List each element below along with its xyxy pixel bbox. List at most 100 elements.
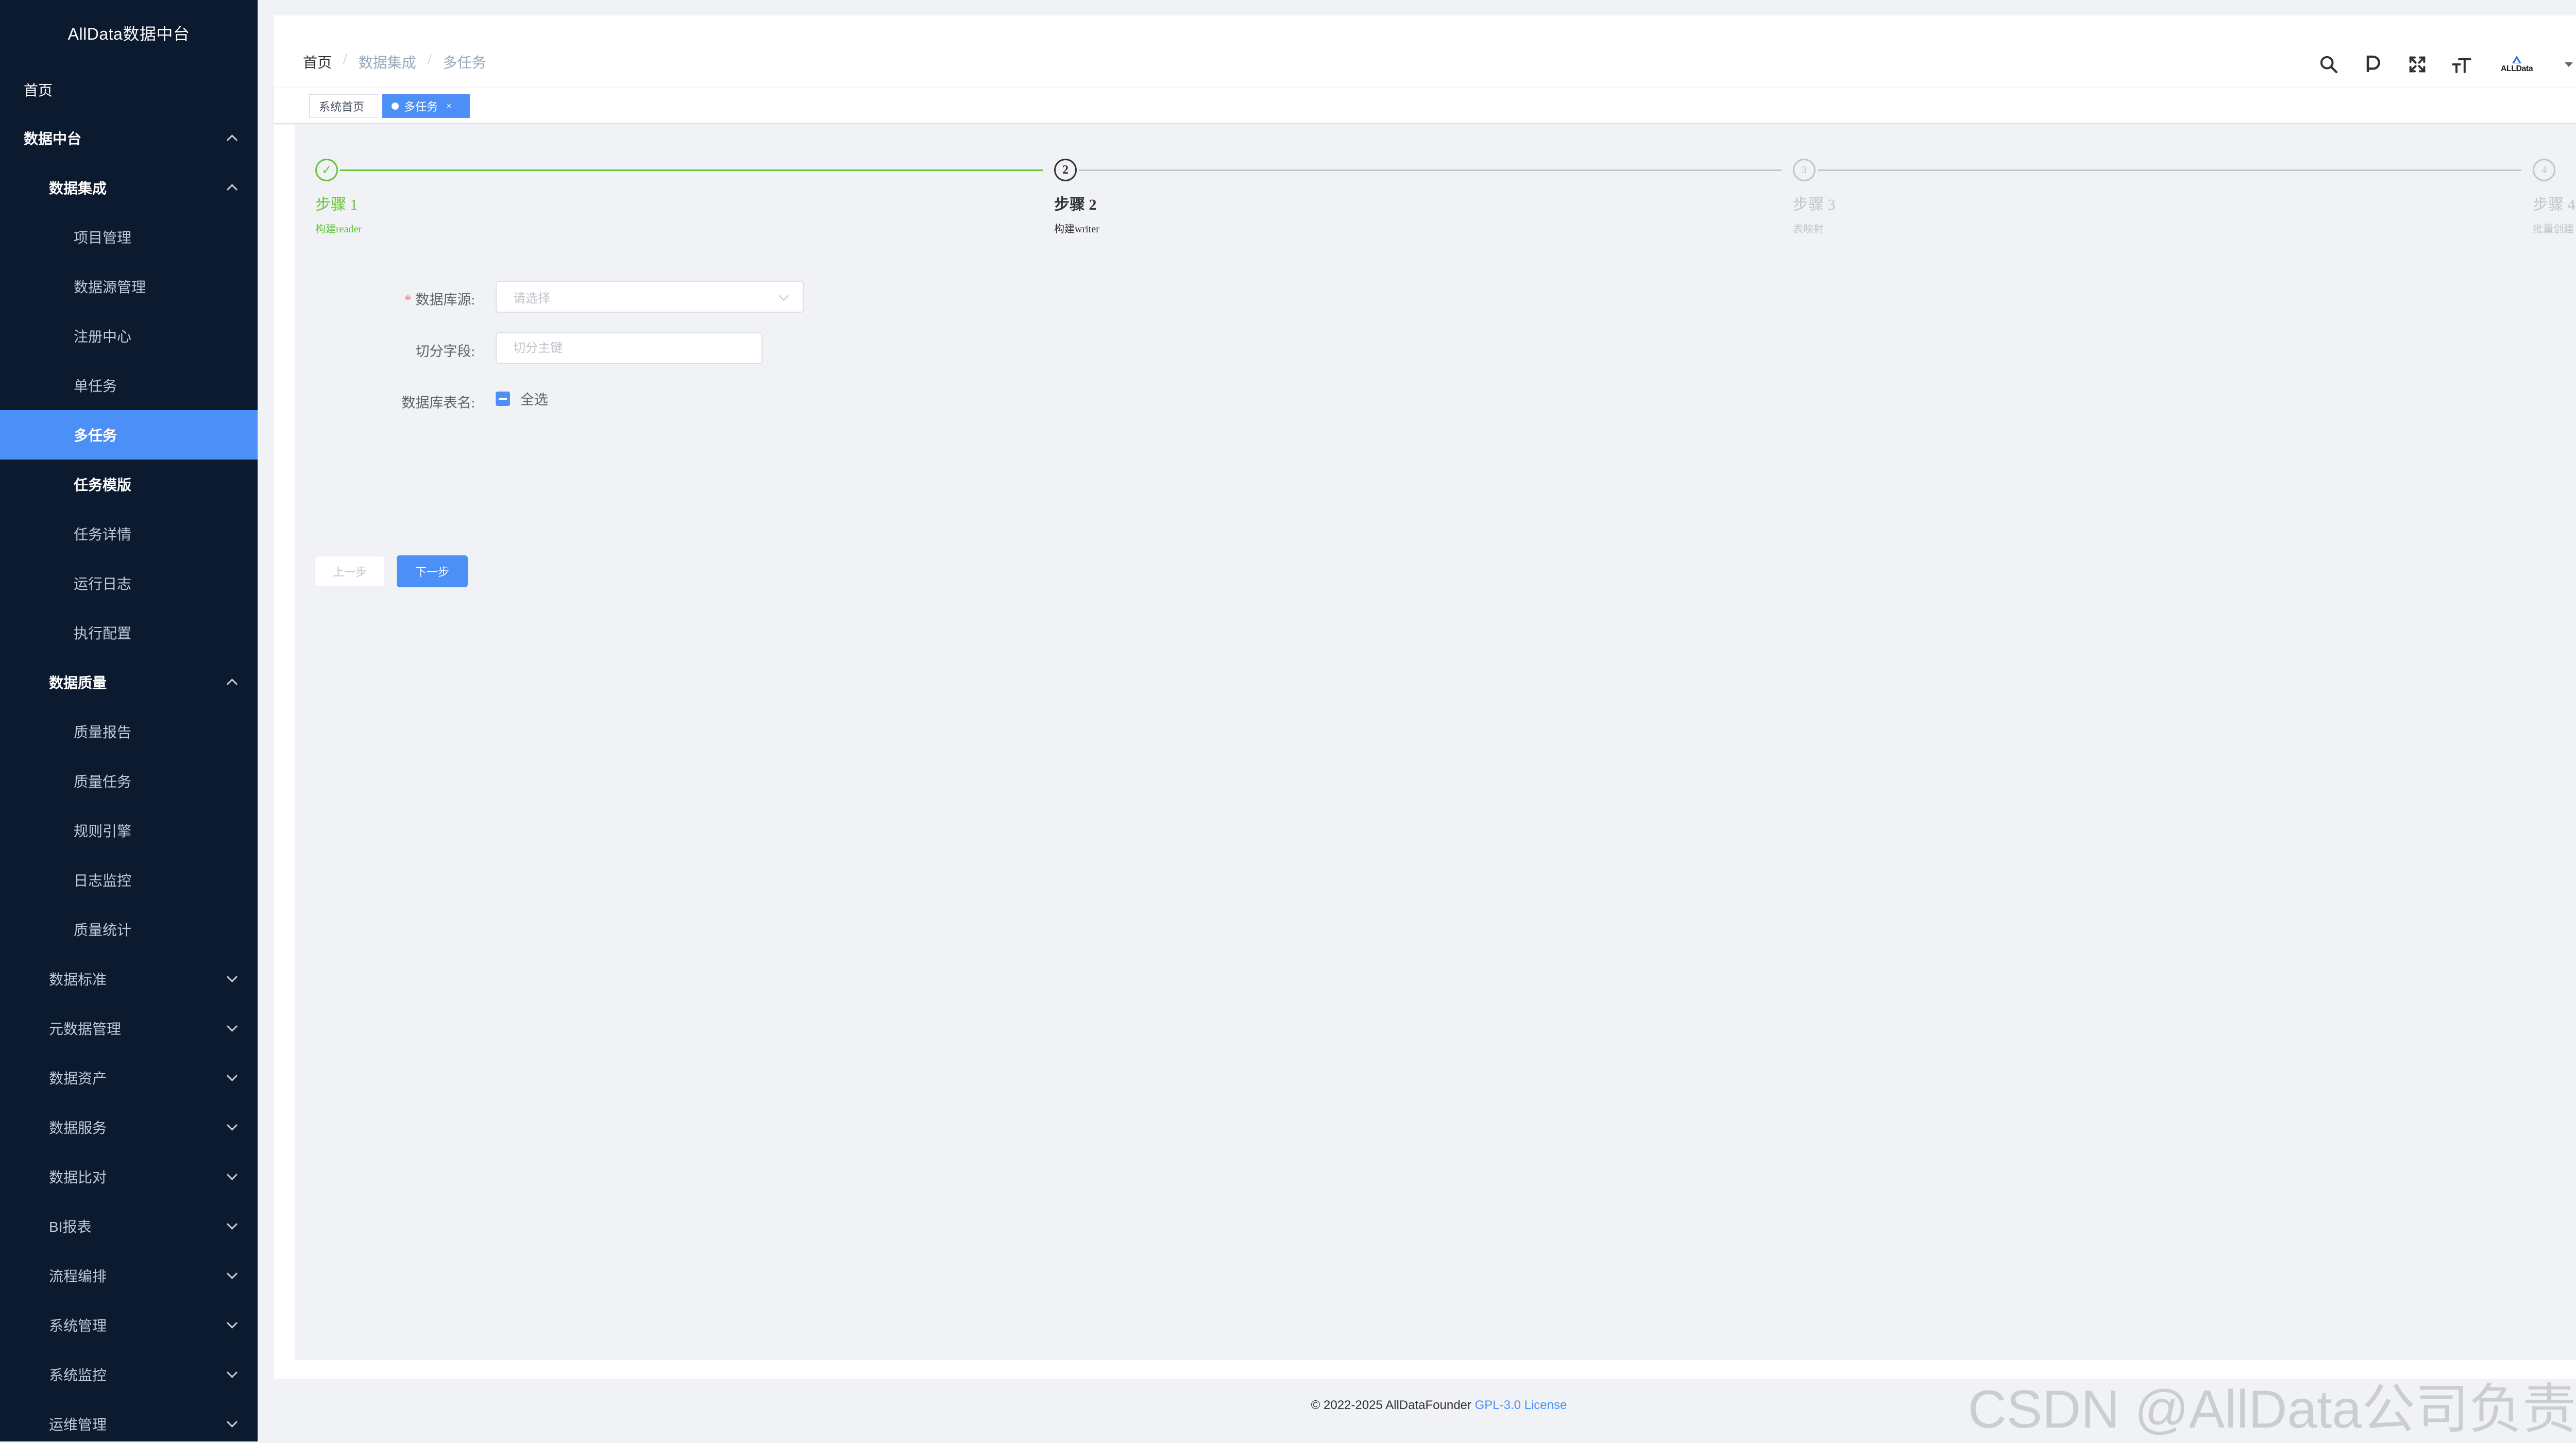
chevron-up-icon [226,678,238,690]
steps: ✓ 步骤 1 构建reader 2 步骤 2 构建writer 3 步骤 3 表… [295,124,2576,237]
font-size-icon[interactable] [2450,53,2473,76]
fullscreen-icon[interactable] [2406,53,2429,76]
sidebar-item-label: 执行配置 [74,625,132,641]
sidebar-item-data-service[interactable]: 数据服务 [0,1102,258,1152]
sidebar-item-log-monitor[interactable]: 日志监控 [0,855,258,905]
sidebar-item-single-task[interactable]: 单任务 [0,361,258,410]
sidebar-item-datasource-management[interactable]: 数据源管理 [0,262,258,311]
search-icon[interactable] [2317,53,2340,76]
sidebar-logo[interactable]: AllData数据中台 [0,0,258,66]
caret-down-icon[interactable] [2565,62,2573,67]
sidebar-item-home[interactable]: 首页 [0,66,258,113]
chevron-down-icon [226,1416,238,1428]
sidebar-item-label: 数据资产 [49,1071,107,1087]
sidebar-item-label: 数据中台 [24,131,82,147]
close-icon[interactable]: × [446,100,452,112]
breadcrumb-separator: / [427,52,432,67]
chevron-down-icon [226,1119,238,1131]
select-all-checkbox[interactable] [496,391,510,406]
chevron-down-icon [226,1021,238,1032]
sidebar-item-label: 运行日志 [74,576,132,592]
navbar-tools: ALLData [2317,46,2573,82]
sidebar-item-label: 首页 [24,82,53,98]
step-4-description: 批量创建 [2533,224,2574,235]
sidebar-item-label: 流程编排 [49,1268,107,1284]
chevron-up-icon [226,134,238,146]
sidebar-item-data-integration[interactable]: 数据集成 [0,163,258,212]
sidebar-item-label: 规则引擎 [74,823,132,839]
sidebar-item-label: 注册中心 [74,329,132,345]
step-4-title: 步骤 4 [2533,196,2575,213]
sidebar-item-run-logs[interactable]: 运行日志 [0,558,258,608]
next-step-button[interactable]: 下一步 [397,555,468,587]
user-avatar[interactable]: ALLData [2495,46,2539,82]
sidebar-item-quality-task[interactable]: 质量任务 [0,756,258,806]
sidebar-item-label: 数据质量 [49,675,107,691]
sidebar-item-label: 元数据管理 [49,1021,122,1037]
split-field-label: 切分字段: [415,344,475,359]
sidebar-item-data-quality[interactable]: 数据质量 [0,657,258,707]
sidebar-item-data-assets[interactable]: 数据资产 [0,1053,258,1102]
breadcrumb: 首页 / 数据集成 / 多任务 [303,52,486,72]
breadcrumb-separator: / [343,52,347,67]
step-connector [340,169,1043,171]
sidebar-item-multi-task[interactable]: 多任务 [0,410,258,460]
datasource-select-placeholder: 请选择 [513,292,550,305]
breadcrumb-item-home[interactable]: 首页 [303,52,332,72]
sidebar-item-system-management[interactable]: 系统管理 [0,1300,258,1350]
sidebar-item-workflow[interactable]: 流程编排 [0,1251,258,1300]
main-panel: 首页 / 数据集成 / 多任务 ALLData 系统首页 多任务 × ✓ 步骤 … [274,15,2576,1379]
step-1-check-icon: ✓ [315,159,338,181]
chevron-up-icon [226,184,238,195]
select-all-checkbox-row[interactable]: 全选 [496,388,548,409]
step-2-number: 2 [1054,159,1077,181]
prev-step-button[interactable]: 上一步 [314,555,385,587]
sidebar-item-quality-stats[interactable]: 质量统计 [0,905,258,954]
sidebar-item-label: 运维管理 [49,1417,107,1433]
sidebar-item-bi-report[interactable]: BI报表 [0,1201,258,1251]
chevron-down-icon [226,1218,238,1230]
sidebar-item-quality-report[interactable]: 质量报告 [0,707,258,756]
split-field-input[interactable] [496,332,762,364]
sidebar-item-label: 数据比对 [49,1169,107,1185]
sidebar-item-execution-config[interactable]: 执行配置 [0,608,258,657]
document-icon[interactable] [2362,53,2384,76]
sidebar-item-label: 系统监控 [49,1367,107,1383]
sidebar-item-system-monitor[interactable]: 系统监控 [0,1350,258,1399]
avatar-label: ALLData [2500,64,2533,73]
chevron-down-icon [226,1169,238,1180]
sidebar-item-label: 数据标准 [49,972,107,988]
sidebar-item-ops-management[interactable]: 运维管理 [0,1399,258,1441]
sidebar-item-label: 质量任务 [74,774,132,790]
sidebar-item-label: BI报表 [49,1219,92,1235]
sidebar-item-metadata-management[interactable]: 元数据管理 [0,1004,258,1053]
tags-view: 系统首页 多任务 × [274,88,2576,124]
sidebar-item-data-standard[interactable]: 数据标准 [0,954,258,1004]
app-title: AllData数据中台 [67,25,190,43]
sidebar-item-task-details[interactable]: 任务详情 [0,509,258,558]
sidebar-item-registry[interactable]: 注册中心 [0,311,258,361]
sidebar-item-rule-engine[interactable]: 规则引擎 [0,806,258,855]
sidebar-item-label: 任务详情 [74,527,132,542]
step-connector [1079,169,1782,171]
license-link[interactable]: GPL-3.0 License [1475,1398,1567,1412]
chevron-down-icon [226,1268,238,1279]
sidebar-item-label: 系统管理 [49,1318,107,1334]
chevron-down-icon [226,1367,238,1378]
tag-system-home[interactable]: 系统首页 [309,94,378,118]
sidebar-item-label: 日志监控 [74,873,132,889]
select-all-label: 全选 [520,392,548,408]
sidebar-item-label: 质量统计 [74,922,132,938]
sidebar-item-data-center[interactable]: 数据中台 [0,113,258,163]
tag-multi-task[interactable]: 多任务 × [382,94,470,118]
datasource-label: * 数据库源: [331,288,475,309]
step-1-description: 构建reader [315,224,362,235]
sidebar-item-label: 多任务 [74,428,117,444]
datasource-select[interactable]: 请选择 [496,281,804,313]
sidebar-item-data-compare[interactable]: 数据比对 [0,1152,258,1201]
sidebar-item-label: 任务模版 [74,477,132,493]
sidebar-item-project-management[interactable]: 项目管理 [0,212,258,262]
table-name-label: 数据库表名: [401,395,475,411]
tag-label: 系统首页 [319,100,365,113]
sidebar-item-task-template[interactable]: 任务模版 [0,460,258,509]
